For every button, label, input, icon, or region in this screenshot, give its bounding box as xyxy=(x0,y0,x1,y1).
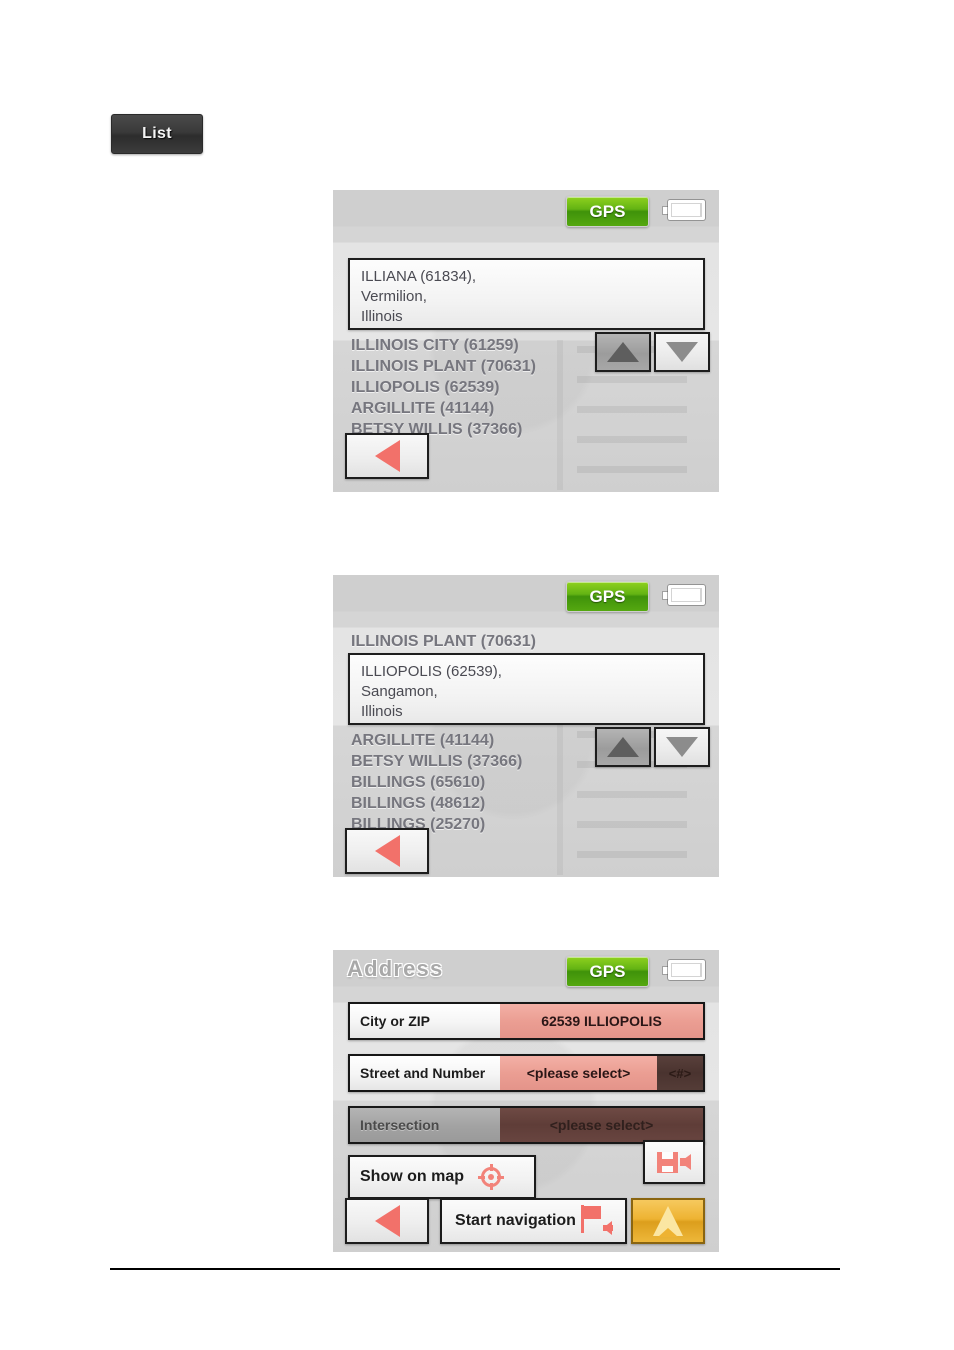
gps-label: GPS xyxy=(589,961,626,981)
gps-label: GPS xyxy=(589,201,626,221)
scroll-up-button[interactable] xyxy=(595,332,651,372)
field-intersection-value: <please select> xyxy=(500,1108,703,1142)
list-item[interactable]: BILLINGS (65610) xyxy=(351,772,485,793)
field-city-or-zip-value[interactable]: 62539 ILLIOPOLIS xyxy=(500,1004,703,1038)
page-title: Address xyxy=(347,956,444,981)
field-city-or-zip-label: City or ZIP xyxy=(350,1004,500,1038)
selected-city-line-3: Illinois xyxy=(361,703,403,720)
selected-city-box[interactable]: ILLIANA (61834), Vermilion, Illinois xyxy=(348,258,705,330)
field-city-or-zip[interactable]: City or ZIP 62539 ILLIOPOLIS xyxy=(348,1002,705,1040)
floppy-disk-icon xyxy=(657,1151,678,1173)
selected-city-line-2: Sangamon, xyxy=(361,683,438,700)
save-destination-button[interactable] xyxy=(643,1140,705,1184)
show-on-map-button[interactable]: Show on map xyxy=(348,1155,536,1199)
field-street-and-number-value[interactable]: <please select> xyxy=(500,1056,657,1090)
list-item[interactable]: BILLINGS (48612) xyxy=(351,793,485,814)
scroll-down-button[interactable] xyxy=(654,332,710,372)
triangle-up-icon xyxy=(607,342,639,362)
gps-status-badge[interactable]: GPS xyxy=(566,956,649,987)
triangle-down-icon xyxy=(666,737,698,757)
selected-city-line-1: ILLIANA (61834), xyxy=(361,268,477,285)
selected-city-line-1: ILLIOPOLIS (62539), xyxy=(361,663,502,680)
triangle-left-icon xyxy=(374,1205,400,1237)
triangle-left-icon xyxy=(374,440,400,472)
start-navigation-label: Start navigation xyxy=(455,1212,576,1229)
list-caption-label: List xyxy=(142,125,172,142)
list-item[interactable]: ILLINOIS CITY (61259) xyxy=(351,335,519,356)
back-button[interactable] xyxy=(345,1198,429,1244)
gps-status-badge[interactable]: GPS xyxy=(566,196,649,227)
field-street-and-number[interactable]: Street and Number <please select> <#> xyxy=(348,1054,705,1092)
triangle-up-icon xyxy=(607,737,639,757)
footer-divider xyxy=(110,1268,840,1270)
field-street-and-number-label: Street and Number xyxy=(350,1056,500,1090)
scroll-down-button[interactable] xyxy=(654,727,710,767)
battery-icon xyxy=(663,200,707,220)
back-button[interactable] xyxy=(345,828,429,874)
selected-city-box[interactable]: ILLIOPOLIS (62539), Sangamon, Illinois xyxy=(348,653,705,725)
battery-icon xyxy=(663,960,707,980)
field-house-number-button[interactable]: <#> xyxy=(657,1056,703,1090)
list-caption-button[interactable]: List xyxy=(111,114,203,154)
gps-status-badge[interactable]: GPS xyxy=(566,581,649,612)
navigation-chevron-icon xyxy=(653,1206,683,1237)
device-screen-address: Address GPS City or ZIP 62539 ILLIOPOLIS… xyxy=(333,950,719,1252)
triangle-down-icon xyxy=(666,342,698,362)
device-screen-city-list-illiana: GPS ILLIANA (61834), Vermilion, Illinois… xyxy=(333,190,719,492)
start-navigation-button[interactable]: Start navigation xyxy=(440,1198,627,1244)
list-item-above-selection[interactable]: ILLINOIS PLANT (70631) xyxy=(351,631,536,652)
list-item[interactable]: BETSY WILLIS (37366) xyxy=(351,751,522,772)
field-intersection: Intersection <please select> xyxy=(348,1106,705,1144)
selected-city-line-2: Vermilion, xyxy=(361,288,427,305)
scroll-up-button[interactable] xyxy=(595,727,651,767)
list-item[interactable]: ARGILLITE (41144) xyxy=(351,730,494,751)
battery-icon xyxy=(663,585,707,605)
selected-city-line-3: Illinois xyxy=(361,308,403,325)
list-item[interactable]: ILLIOPOLIS (62539) xyxy=(351,377,499,398)
crosshair-icon xyxy=(478,1164,504,1190)
triangle-left-icon xyxy=(374,835,400,867)
arrow-left-icon xyxy=(680,1154,691,1170)
device-screen-city-list-illiopolis: GPS ILLINOIS PLANT (70631) ILLIOPOLIS (6… xyxy=(333,575,719,877)
field-intersection-label: Intersection xyxy=(350,1108,500,1142)
gps-label: GPS xyxy=(589,586,626,606)
back-button[interactable] xyxy=(345,433,429,479)
destination-flag-icon xyxy=(578,1204,613,1238)
list-item[interactable]: ARGILLITE (41144) xyxy=(351,398,494,419)
list-item[interactable]: ILLINOIS PLANT (70631) xyxy=(351,356,536,377)
show-on-map-label: Show on map xyxy=(360,1168,464,1185)
navigate-now-button[interactable] xyxy=(631,1198,705,1244)
